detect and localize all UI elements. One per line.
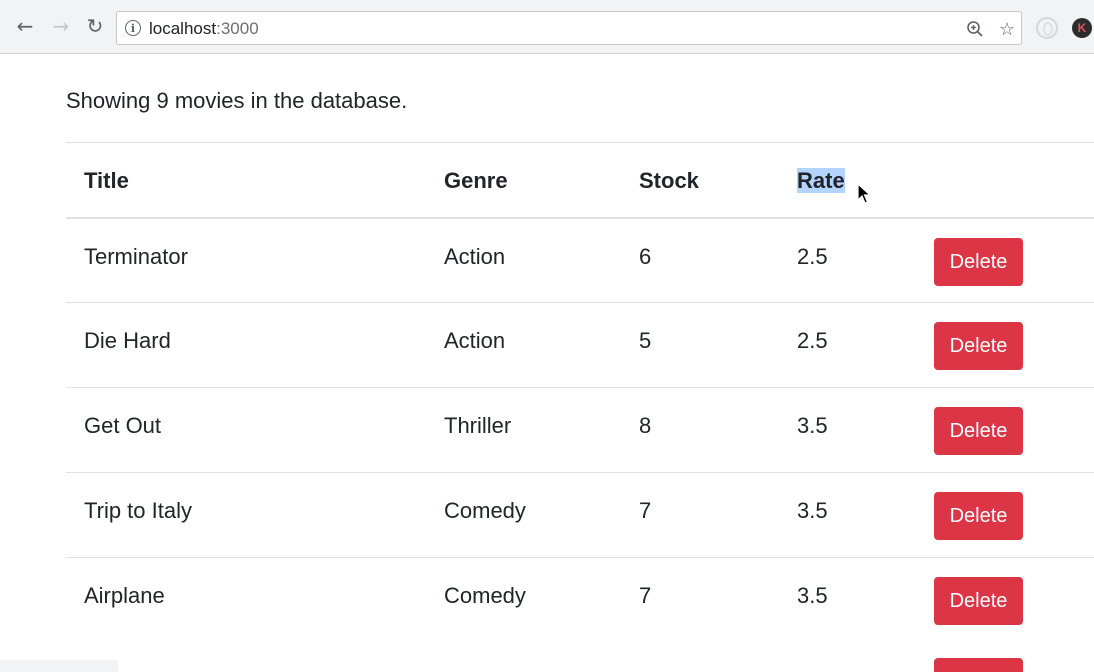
cell-genre: Comedy bbox=[426, 472, 621, 558]
reload-icon[interactable]: ↻ bbox=[82, 13, 108, 39]
browser-toolbar: ← → ↻ i localhost:3000 ☆ K bbox=[0, 0, 1094, 54]
cell-action: Delete bbox=[916, 557, 1094, 643]
movies-count-text: Showing 9 movies in the database. bbox=[66, 88, 408, 113]
cell-rate: 2.5 bbox=[779, 217, 916, 303]
header-title[interactable]: Title bbox=[66, 142, 426, 219]
cell-genre: Comedy bbox=[426, 557, 621, 643]
header-rate-selected-text: Rate bbox=[797, 168, 845, 193]
info-icon[interactable]: i bbox=[125, 20, 141, 36]
movies-table: Title Genre Stock Rate Terminator Action… bbox=[66, 142, 1094, 643]
delete-button[interactable]: Delete bbox=[934, 237, 1023, 286]
header-actions bbox=[916, 142, 1094, 219]
cell-action: Delete bbox=[916, 217, 1094, 303]
cell-rate: 3.5 bbox=[779, 557, 916, 643]
cell-rate: 2.5 bbox=[779, 302, 916, 388]
cell-action: Delete bbox=[916, 472, 1094, 558]
profile-avatar[interactable]: K bbox=[1072, 18, 1092, 38]
delete-button[interactable]: Delete bbox=[934, 492, 1023, 540]
cell-rate: 3.5 bbox=[779, 472, 916, 558]
cell-stock: 7 bbox=[621, 557, 779, 643]
cell-stock: 5 bbox=[621, 302, 779, 388]
header-stock[interactable]: Stock bbox=[621, 142, 779, 219]
table-row: Airplane Comedy 7 3.5 Delete bbox=[66, 557, 1094, 643]
table-row: Get Out Thriller 8 3.5 Delete bbox=[66, 387, 1094, 473]
back-arrow-icon[interactable]: ← bbox=[12, 13, 38, 39]
cell-stock: 7 bbox=[621, 472, 779, 558]
url-port: :3000 bbox=[216, 19, 259, 38]
delete-button[interactable]: Delete bbox=[934, 407, 1023, 455]
cell-title: Terminator bbox=[66, 217, 426, 303]
table-row: Trip to Italy Comedy 7 3.5 Delete bbox=[66, 472, 1094, 558]
mouse-cursor-icon bbox=[857, 183, 872, 204]
cell-rate: 3.5 bbox=[779, 387, 916, 473]
extension-icon[interactable] bbox=[1036, 17, 1058, 39]
forward-arrow-icon[interactable]: → bbox=[48, 13, 74, 39]
cell-title: Die Hard bbox=[66, 302, 426, 388]
cell-title: Get Out bbox=[66, 387, 426, 473]
star-bookmark-icon[interactable]: ☆ bbox=[995, 17, 1019, 41]
delete-button[interactable]: Delete bbox=[934, 577, 1023, 625]
url-text: localhost:3000 bbox=[149, 19, 259, 39]
header-rate[interactable]: Rate bbox=[779, 142, 916, 219]
delete-button-partial[interactable] bbox=[934, 658, 1023, 672]
cell-title: Airplane bbox=[66, 557, 426, 643]
cell-genre: Action bbox=[426, 302, 621, 388]
table-row: Die Hard Action 5 2.5 Delete bbox=[66, 302, 1094, 388]
table-header-row: Title Genre Stock Rate bbox=[66, 142, 1094, 219]
status-bar bbox=[0, 660, 118, 672]
cell-action: Delete bbox=[916, 387, 1094, 473]
cell-genre: Thriller bbox=[426, 387, 621, 473]
cell-title: Trip to Italy bbox=[66, 472, 426, 558]
address-bar[interactable]: i localhost:3000 ☆ bbox=[116, 11, 1022, 45]
table-row: Terminator Action 6 2.5 Delete bbox=[66, 217, 1094, 303]
zoom-icon[interactable] bbox=[963, 17, 987, 41]
cell-genre: Action bbox=[426, 217, 621, 303]
cell-stock: 6 bbox=[621, 217, 779, 303]
profile-initial: K bbox=[1077, 21, 1087, 35]
cell-stock: 8 bbox=[621, 387, 779, 473]
header-genre[interactable]: Genre bbox=[426, 142, 621, 219]
url-host: localhost bbox=[149, 19, 217, 38]
cell-action: Delete bbox=[916, 302, 1094, 388]
delete-button[interactable]: Delete bbox=[934, 322, 1023, 370]
